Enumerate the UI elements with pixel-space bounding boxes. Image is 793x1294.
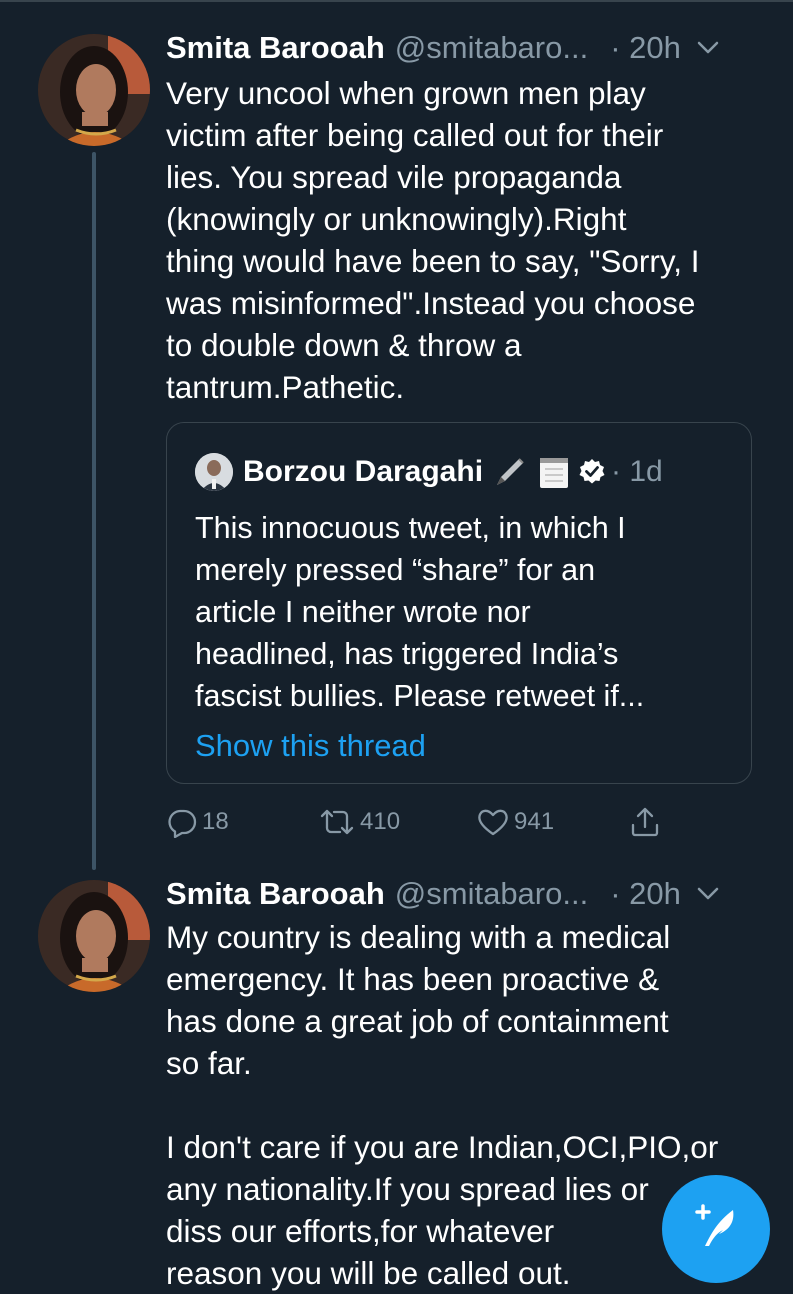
- quoted-author-name: Borzou Daragahi: [243, 455, 484, 488]
- tweet-text: Very uncool when grown men play victim a…: [166, 72, 766, 408]
- tweet-text-line: to double down & throw a: [166, 327, 522, 363]
- thread-line: [92, 152, 96, 870]
- avatar[interactable]: [38, 34, 150, 146]
- tweet-timestamp[interactable]: · 20h: [610, 876, 681, 912]
- verified-badge-icon: [577, 457, 607, 487]
- tweet-text-line: was misinformed".Instead you choose: [166, 285, 696, 321]
- author-name[interactable]: Smita Barooah: [166, 30, 385, 66]
- reply-count: 18: [202, 808, 229, 835]
- tweet-text-line: lies. You spread vile propaganda: [166, 159, 622, 195]
- quoted-text-line: This innocuous tweet, in which I: [195, 511, 626, 545]
- share-icon: [628, 805, 662, 839]
- tweet-timestamp[interactable]: · 20h: [610, 30, 681, 66]
- compose-tweet-button[interactable]: [662, 1175, 770, 1283]
- tweet-text-line: [166, 1084, 766, 1126]
- author-handle[interactable]: @smitabaro...: [395, 30, 588, 66]
- share-button[interactable]: [628, 800, 662, 844]
- tweet-actions: 18 410 941: [166, 800, 686, 844]
- show-thread-link[interactable]: Show this thread: [195, 725, 426, 767]
- chevron-down-icon[interactable]: [697, 887, 719, 901]
- author-name[interactable]: Smita Barooah: [166, 876, 385, 912]
- tweet-text-line: thing would have been to say, "Sorry, I: [166, 243, 700, 279]
- quoted-tweet-text: This innocuous tweet, in which I merely …: [195, 507, 735, 717]
- avatar[interactable]: [38, 880, 150, 992]
- tweet-text-line: has done a great job of containment: [166, 1003, 669, 1039]
- tweet-text-line: (knowingly or unknowingly).Right: [166, 201, 627, 237]
- quoted-text-line: merely pressed “share” for an: [195, 553, 596, 587]
- compose-tweet-icon: [689, 1200, 743, 1259]
- tweet-text-line: tantrum.Pathetic.: [166, 369, 405, 405]
- tweet-text-line: My country is dealing with a medical: [166, 919, 671, 955]
- author-handle[interactable]: @smitabaro...: [395, 876, 588, 912]
- reply-icon: [166, 806, 198, 838]
- quoted-text-line: article I neither wrote nor: [195, 595, 531, 629]
- retweet-count: 410: [360, 808, 401, 835]
- retweet-icon: [318, 806, 356, 838]
- heart-icon: [476, 806, 510, 838]
- tweet-text-line: victim after being called out for their: [166, 117, 664, 153]
- quoted-tweet-header: Borzou Daragahi · 1d: [195, 451, 663, 493]
- quoted-avatar: [195, 453, 233, 491]
- like-button[interactable]: 941: [476, 800, 554, 844]
- tweet[interactable]: Smita Barooah @smitabaro... · 20h Very u…: [0, 0, 793, 870]
- quoted-tweet-card[interactable]: Borzou Daragahi · 1d This innocuous twee…: [166, 422, 752, 784]
- tweet-header: Smita Barooah @smitabaro... · 20h: [166, 26, 719, 70]
- quoted-timestamp: · 1d: [611, 455, 663, 488]
- tweet-text-line: so far.: [166, 1045, 252, 1081]
- quoted-text-line: fascist bullies. Please retweet if...: [195, 679, 645, 713]
- like-count: 941: [514, 808, 555, 835]
- retweet-button[interactable]: 410: [318, 800, 400, 844]
- tweet-text-line: Very uncool when grown men play: [166, 75, 646, 111]
- notepad-icon: [537, 454, 571, 490]
- tweet-text-line: I don't care if you are Indian,OCI,PIO,o…: [166, 1129, 719, 1165]
- quoted-text-line: headlined, has triggered India’s: [195, 637, 619, 671]
- pen-nib-icon: [493, 455, 527, 489]
- chevron-down-icon[interactable]: [697, 41, 719, 55]
- reply-button[interactable]: 18: [166, 800, 229, 844]
- tweet-header: Smita Barooah @smitabaro... · 20h: [166, 872, 719, 916]
- tweet-text-line: emergency. It has been proactive &: [166, 961, 660, 997]
